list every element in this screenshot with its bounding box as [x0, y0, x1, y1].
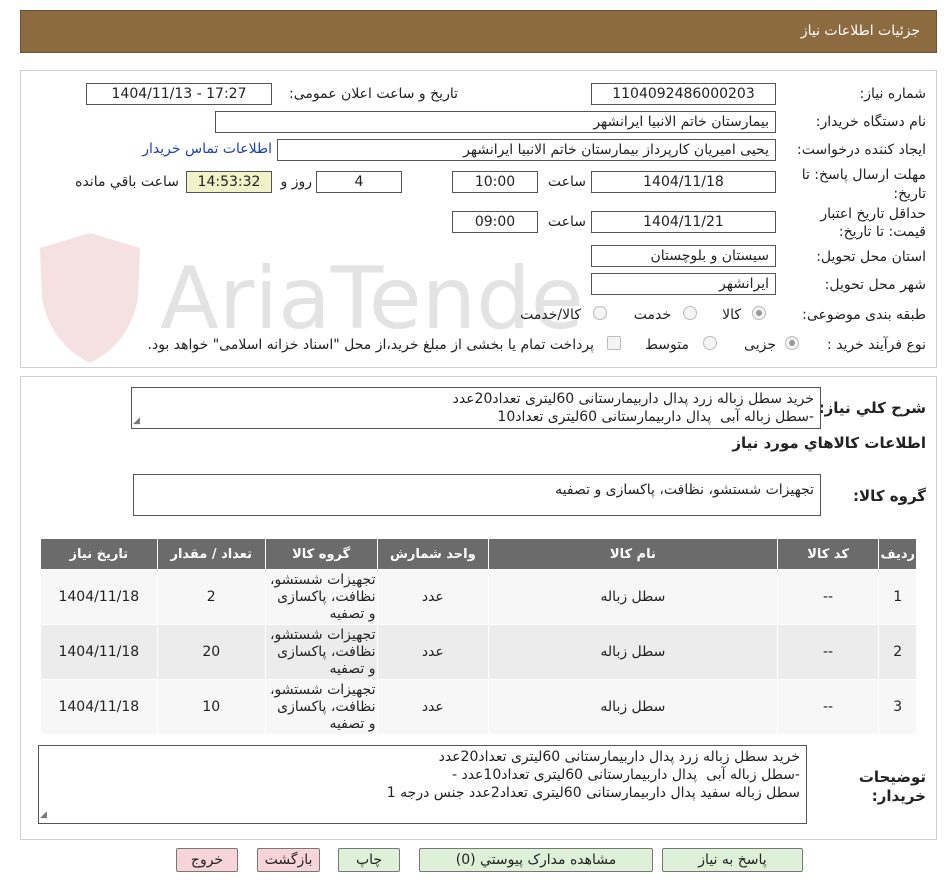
- cell-group: تجهیزات شستشو، نظافت، پاکسازی و تصفیه: [264, 624, 378, 680]
- city-label: شهر محل تحویل:: [824, 277, 926, 293]
- need-number-label: شماره نیاز:: [859, 86, 927, 102]
- process-label: نوع فرآیند خرید :: [827, 337, 926, 353]
- validity-time-field: 09:00: [452, 211, 538, 233]
- validity-label-line2: قیمت: تا تاریخ:: [838, 224, 926, 240]
- deadline-time-field: 10:00: [452, 171, 538, 193]
- cell-row: 2: [878, 624, 917, 680]
- goods-group-label: گروه کالا:: [853, 487, 926, 505]
- buyer-org-field: بیمارستان خاتم الانبیا ایرانشهر: [215, 111, 776, 133]
- announce-label: تاریخ و ساعت اعلان عمومی:: [289, 86, 458, 102]
- category-label: طبقه بندی موضوعی:: [802, 307, 926, 323]
- col-unit: واحد شمارش: [376, 538, 490, 570]
- cell-code: --: [776, 679, 880, 735]
- goods-info-title: اطلاعات کالاهاي مورد نیاز: [732, 434, 926, 452]
- col-qty: تعداد / مقدار: [156, 538, 266, 570]
- cell-unit: عدد: [376, 679, 490, 735]
- cell-code: --: [776, 569, 880, 625]
- cell-row: 3: [878, 679, 917, 735]
- cell-qty: 20: [156, 624, 266, 680]
- process-option-medium: متوسط: [645, 337, 689, 353]
- table-row: 2 -- سطل زباله عدد تجهیزات شستشو، نظافت،…: [40, 624, 917, 680]
- back-button[interactable]: بازگشت: [257, 848, 320, 872]
- page-header: جزئیات اطلاعات نیاز: [20, 10, 937, 53]
- buyer-notes-textarea[interactable]: خرید سطل زباله زرد پدال داربیمارستانی 60…: [38, 745, 807, 824]
- cell-group: تجهیزات شستشو، نظافت، پاکسازی و تصفیه: [264, 679, 378, 735]
- cell-unit: عدد: [376, 624, 490, 680]
- summary-label: شرح کلي نیاز:: [818, 399, 926, 417]
- buyer-org-label: نام دستگاه خریدار:: [815, 114, 926, 130]
- category-radio-goods[interactable]: [752, 306, 766, 320]
- announce-field: 1404/11/13 - 17:27: [86, 83, 272, 105]
- treasury-payment-checkbox[interactable]: [607, 336, 621, 350]
- deadline-date-field: 1404/11/18: [591, 171, 776, 193]
- exit-button[interactable]: خروج: [176, 848, 238, 872]
- col-date: تاریخ نیاز: [40, 538, 158, 570]
- remaining-time-field: 14:53:32: [186, 171, 272, 193]
- process-option-minor: جزیی: [744, 337, 776, 353]
- need-number-field: 1104092486000203: [591, 83, 776, 105]
- validity-date-field: 1404/11/21: [591, 211, 776, 233]
- cell-group: تجهیزات شستشو، نظافت، پاکسازی و تصفیه: [264, 569, 378, 625]
- category-option-goods: کالا: [722, 307, 741, 323]
- col-code: کد کالا: [776, 538, 880, 570]
- buyer-contact-link[interactable]: اطلاعات تماس خریدار: [142, 141, 272, 157]
- deadline-label-line1: مهلت ارسال پاسخ: تا: [801, 167, 926, 183]
- cell-name: سطل زباله: [488, 569, 778, 625]
- payment-note: پرداخت تمام یا بخشی از مبلغ خرید،از محل …: [147, 337, 594, 353]
- items-table: ردیف کد کالا نام کالا واحد شمارش گروه کا…: [40, 538, 917, 735]
- table-header-row: ردیف کد کالا نام کالا واحد شمارش گروه کا…: [40, 538, 917, 570]
- resize-grip-icon[interactable]: ◢: [40, 810, 47, 891]
- cell-date: 1404/11/18: [40, 569, 158, 625]
- requester-label: ایجاد کننده درخواست:: [797, 142, 926, 158]
- category-option-service: خدمت: [633, 307, 671, 323]
- deadline-time-word: ساعت: [547, 174, 586, 190]
- process-radio-minor[interactable]: [785, 336, 799, 350]
- cell-date: 1404/11/18: [40, 624, 158, 680]
- requester-field: یحیی امیریان کارپرداز بیمارستان خاتم الا…: [277, 139, 776, 161]
- page-title: جزئیات اطلاعات نیاز: [800, 23, 920, 39]
- cell-date: 1404/11/18: [40, 679, 158, 735]
- print-button[interactable]: چاپ: [338, 848, 400, 872]
- days-word: روز و: [280, 174, 313, 190]
- table-row: 1 -- سطل زباله عدد تجهیزات شستشو، نظافت،…: [40, 569, 917, 625]
- buyer-notes-label: توضیحات خریدار:: [859, 768, 926, 806]
- cell-code: --: [776, 624, 880, 680]
- cell-row: 1: [878, 569, 917, 625]
- category-radio-service[interactable]: [683, 306, 697, 320]
- validity-label: حداقل تاریخ اعتبار قیمت: تا تاریخ:: [820, 205, 926, 241]
- days-remaining-field: 4: [316, 171, 402, 193]
- col-group: گروه کالا: [264, 538, 378, 570]
- col-name: نام کالا: [488, 538, 778, 570]
- cell-name: سطل زباله: [488, 624, 778, 680]
- cell-name: سطل زباله: [488, 679, 778, 735]
- province-label: استان محل تحویل:: [816, 249, 926, 265]
- province-field: سیستان و بلوچستان: [591, 245, 776, 267]
- buyer-notes-label-line2: خریدار:: [871, 787, 926, 805]
- remaining-word: ساعت باقي مانده: [75, 174, 179, 190]
- category-option-both: کالا/خدمت: [520, 307, 581, 323]
- validity-label-line1: حداقل تاریخ اعتبار: [820, 206, 926, 222]
- buyer-notes-label-line1: توضیحات: [858, 768, 926, 786]
- validity-time-word: ساعت: [547, 214, 586, 230]
- cell-qty: 10: [156, 679, 266, 735]
- deadline-label: مهلت ارسال پاسخ: تا تاریخ:: [802, 166, 926, 204]
- reply-button[interactable]: پاسخ به نیاز: [662, 848, 803, 872]
- table-row: 3 -- سطل زباله عدد تجهیزات شستشو، نظافت،…: [40, 679, 917, 735]
- cell-qty: 2: [156, 569, 266, 625]
- city-field: ایرانشهر: [591, 273, 776, 295]
- cell-unit: عدد: [376, 569, 490, 625]
- deadline-label-line2: تاریخ:: [893, 186, 926, 202]
- category-radio-both[interactable]: [593, 306, 607, 320]
- goods-group-field[interactable]: تجهیزات شستشو، نظافت، پاکسازی و تصفیه: [133, 474, 821, 516]
- process-radio-medium[interactable]: [703, 336, 717, 350]
- col-row: ردیف: [878, 538, 917, 570]
- attachments-button[interactable]: مشاهده مدارک پیوستي (0): [419, 848, 653, 872]
- summary-textarea[interactable]: خرید سطل زباله زرد پدال داربیمارستانی 60…: [131, 387, 821, 429]
